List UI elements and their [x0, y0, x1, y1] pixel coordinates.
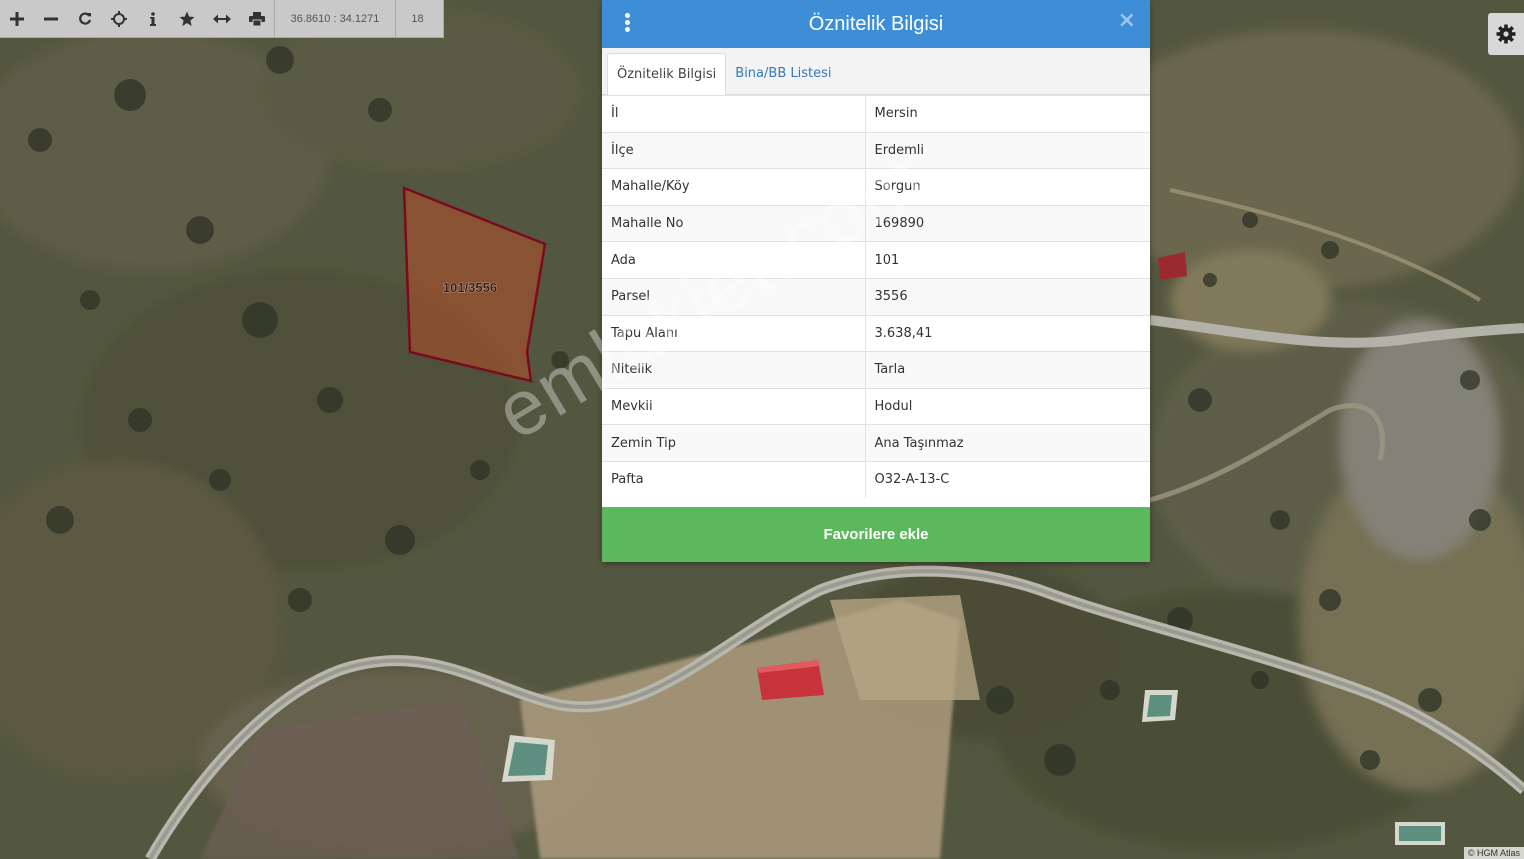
attribute-key: Mahalle/Köy — [602, 168, 866, 206]
attribute-value: Mersin — [865, 95, 1150, 133]
table-row: Mahalle/Köy Sorgun — [602, 168, 1150, 206]
print-button[interactable] — [240, 0, 274, 37]
attribute-value: Hodul — [865, 387, 1150, 425]
zoom-in-button[interactable] — [0, 0, 34, 37]
attribute-value: Tarla — [865, 351, 1150, 389]
measure-button[interactable] — [204, 0, 240, 37]
attribute-value: Ana Taşınmaz — [865, 424, 1150, 462]
table-row: İl Mersin — [602, 95, 1150, 133]
attribute-value: Sorgun — [865, 168, 1150, 206]
dialog-header: Öznitelik Bilgisi × — [602, 0, 1150, 48]
info-icon — [150, 11, 156, 26]
attribute-key: Pafta — [602, 460, 866, 499]
attribute-key: Ada — [602, 241, 866, 279]
vertical-dots-icon — [624, 13, 630, 18]
attribute-value: 169890 — [865, 204, 1150, 242]
attribute-key: İl — [602, 95, 866, 133]
table-row: Parsel 3556 — [602, 277, 1150, 316]
star-icon — [179, 11, 195, 26]
table-row: Mahalle No 169890 — [602, 204, 1150, 242]
attribute-key: Mevkii — [602, 387, 866, 425]
dialog-menu-button[interactable] — [622, 12, 632, 36]
crosshair-icon — [111, 10, 127, 27]
dialog-tabs: Öznitelik Bilgisi Bina/BB Listesi — [602, 48, 1150, 95]
attribute-value: 3.638,41 — [865, 314, 1150, 352]
gear-icon — [1496, 24, 1516, 44]
attribute-key: Zemin Tip — [602, 424, 866, 462]
refresh-icon — [79, 11, 92, 25]
refresh-button[interactable] — [68, 0, 102, 37]
table-row: Nitelik Tarla — [602, 351, 1150, 389]
plus-icon — [10, 11, 24, 26]
vertical-dots-icon-dot — [624, 27, 630, 32]
parcel-label: 101/3556 — [443, 280, 497, 295]
attribute-key: Nitelik — [602, 351, 866, 389]
table-row: Ada 101 — [602, 241, 1150, 279]
table-row: Pafta O32-A-13-C — [602, 460, 1150, 499]
attribute-value: Erdemli — [865, 131, 1150, 169]
dialog-title: Öznitelik Bilgisi — [808, 12, 944, 35]
table-row: Zemin Tip Ana Taşınmaz — [602, 424, 1150, 462]
attribute-key: Mahalle No — [602, 204, 866, 242]
map-attribution: © HGM Atlas — [1463, 847, 1524, 859]
map-toolbar: 36.8610 : 34.1271 18 — [0, 0, 444, 38]
table-row: Mevkii Hodul — [602, 387, 1150, 425]
tab-building-list[interactable]: Bina/BB Listesi — [726, 53, 840, 94]
minus-icon — [44, 17, 58, 20]
favorites-button[interactable] — [170, 0, 204, 37]
locate-button[interactable] — [102, 0, 136, 37]
attribute-key: İlçe — [602, 131, 866, 169]
attribute-table: İl Mersin İlçe Erdemli Mahalle/Köy Sorgun Maha… — [602, 95, 1150, 499]
table-row: Tapu Alanı 3.638,41 — [602, 314, 1150, 352]
tab-attribute-info[interactable]: Öznitelik Bilgisi — [607, 53, 727, 95]
attribute-value: 3556 — [865, 277, 1150, 316]
zoom-out-button[interactable] — [34, 0, 68, 37]
coordinate-readout: 36.8610 : 34.1271 — [274, 0, 395, 37]
attribute-value: O32-A-13-C — [865, 460, 1150, 499]
zoom-level: 18 — [395, 0, 439, 37]
close-icon[interactable]: × — [1118, 8, 1136, 33]
attribute-info-dialog: Öznitelik Bilgisi × Öznitelik Bilgisi Bi… — [602, 0, 1150, 562]
info-button[interactable] — [136, 0, 170, 37]
attribute-key: Tapu Alanı — [602, 314, 866, 352]
settings-button[interactable] — [1488, 13, 1524, 55]
table-row: İlçe Erdemli — [602, 131, 1150, 169]
add-to-favorites-button[interactable]: Favorilere ekle — [602, 507, 1150, 562]
vertical-dots-icon-dot — [624, 20, 630, 25]
horizontal-arrows-icon — [213, 14, 231, 23]
print-icon — [249, 11, 265, 26]
attribute-value: 101 — [865, 241, 1150, 279]
attribute-key: Parsel — [602, 277, 866, 316]
